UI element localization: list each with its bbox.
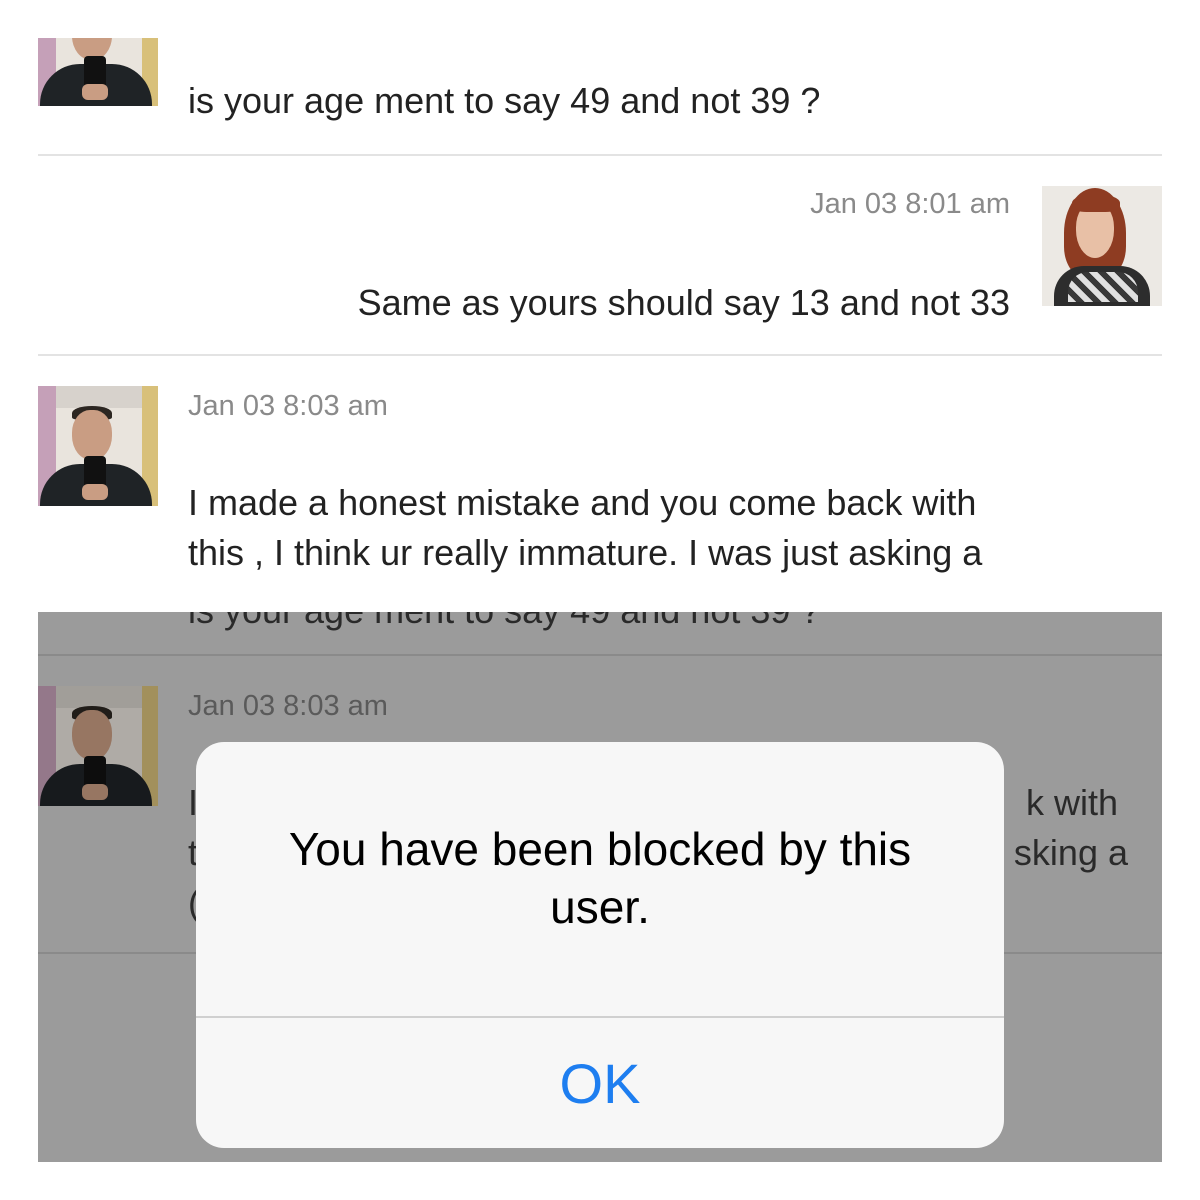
alert-message: You have been blocked by this user. [288, 823, 912, 933]
blocked-alert-dialog: You have been blocked by this user. OK [196, 742, 1004, 1148]
message-text-line: this , I think ur really immature. I was… [188, 532, 983, 573]
message-text: is your age ment to say 49 and not 39 ? [188, 80, 821, 121]
message-text: Same as yours should say 13 and not 33 [357, 282, 1010, 323]
chat-thread-top: is your age ment to say 49 and not 39 ? … [38, 38, 1162, 583]
female-avatar[interactable] [1042, 186, 1162, 306]
male-avatar[interactable] [38, 38, 158, 106]
message-timestamp: Jan 03 8:01 am [810, 188, 1010, 220]
collage: is your age ment to say 49 and not 39 ? … [0, 0, 1200, 1200]
message-divider [38, 154, 1162, 156]
ok-button[interactable]: OK [196, 1018, 1004, 1148]
message-timestamp: Jan 03 8:03 am [188, 390, 388, 422]
message-text-line: I made a honest mistake and you come bac… [188, 482, 977, 523]
message-divider [38, 354, 1162, 356]
male-avatar[interactable] [38, 386, 158, 506]
